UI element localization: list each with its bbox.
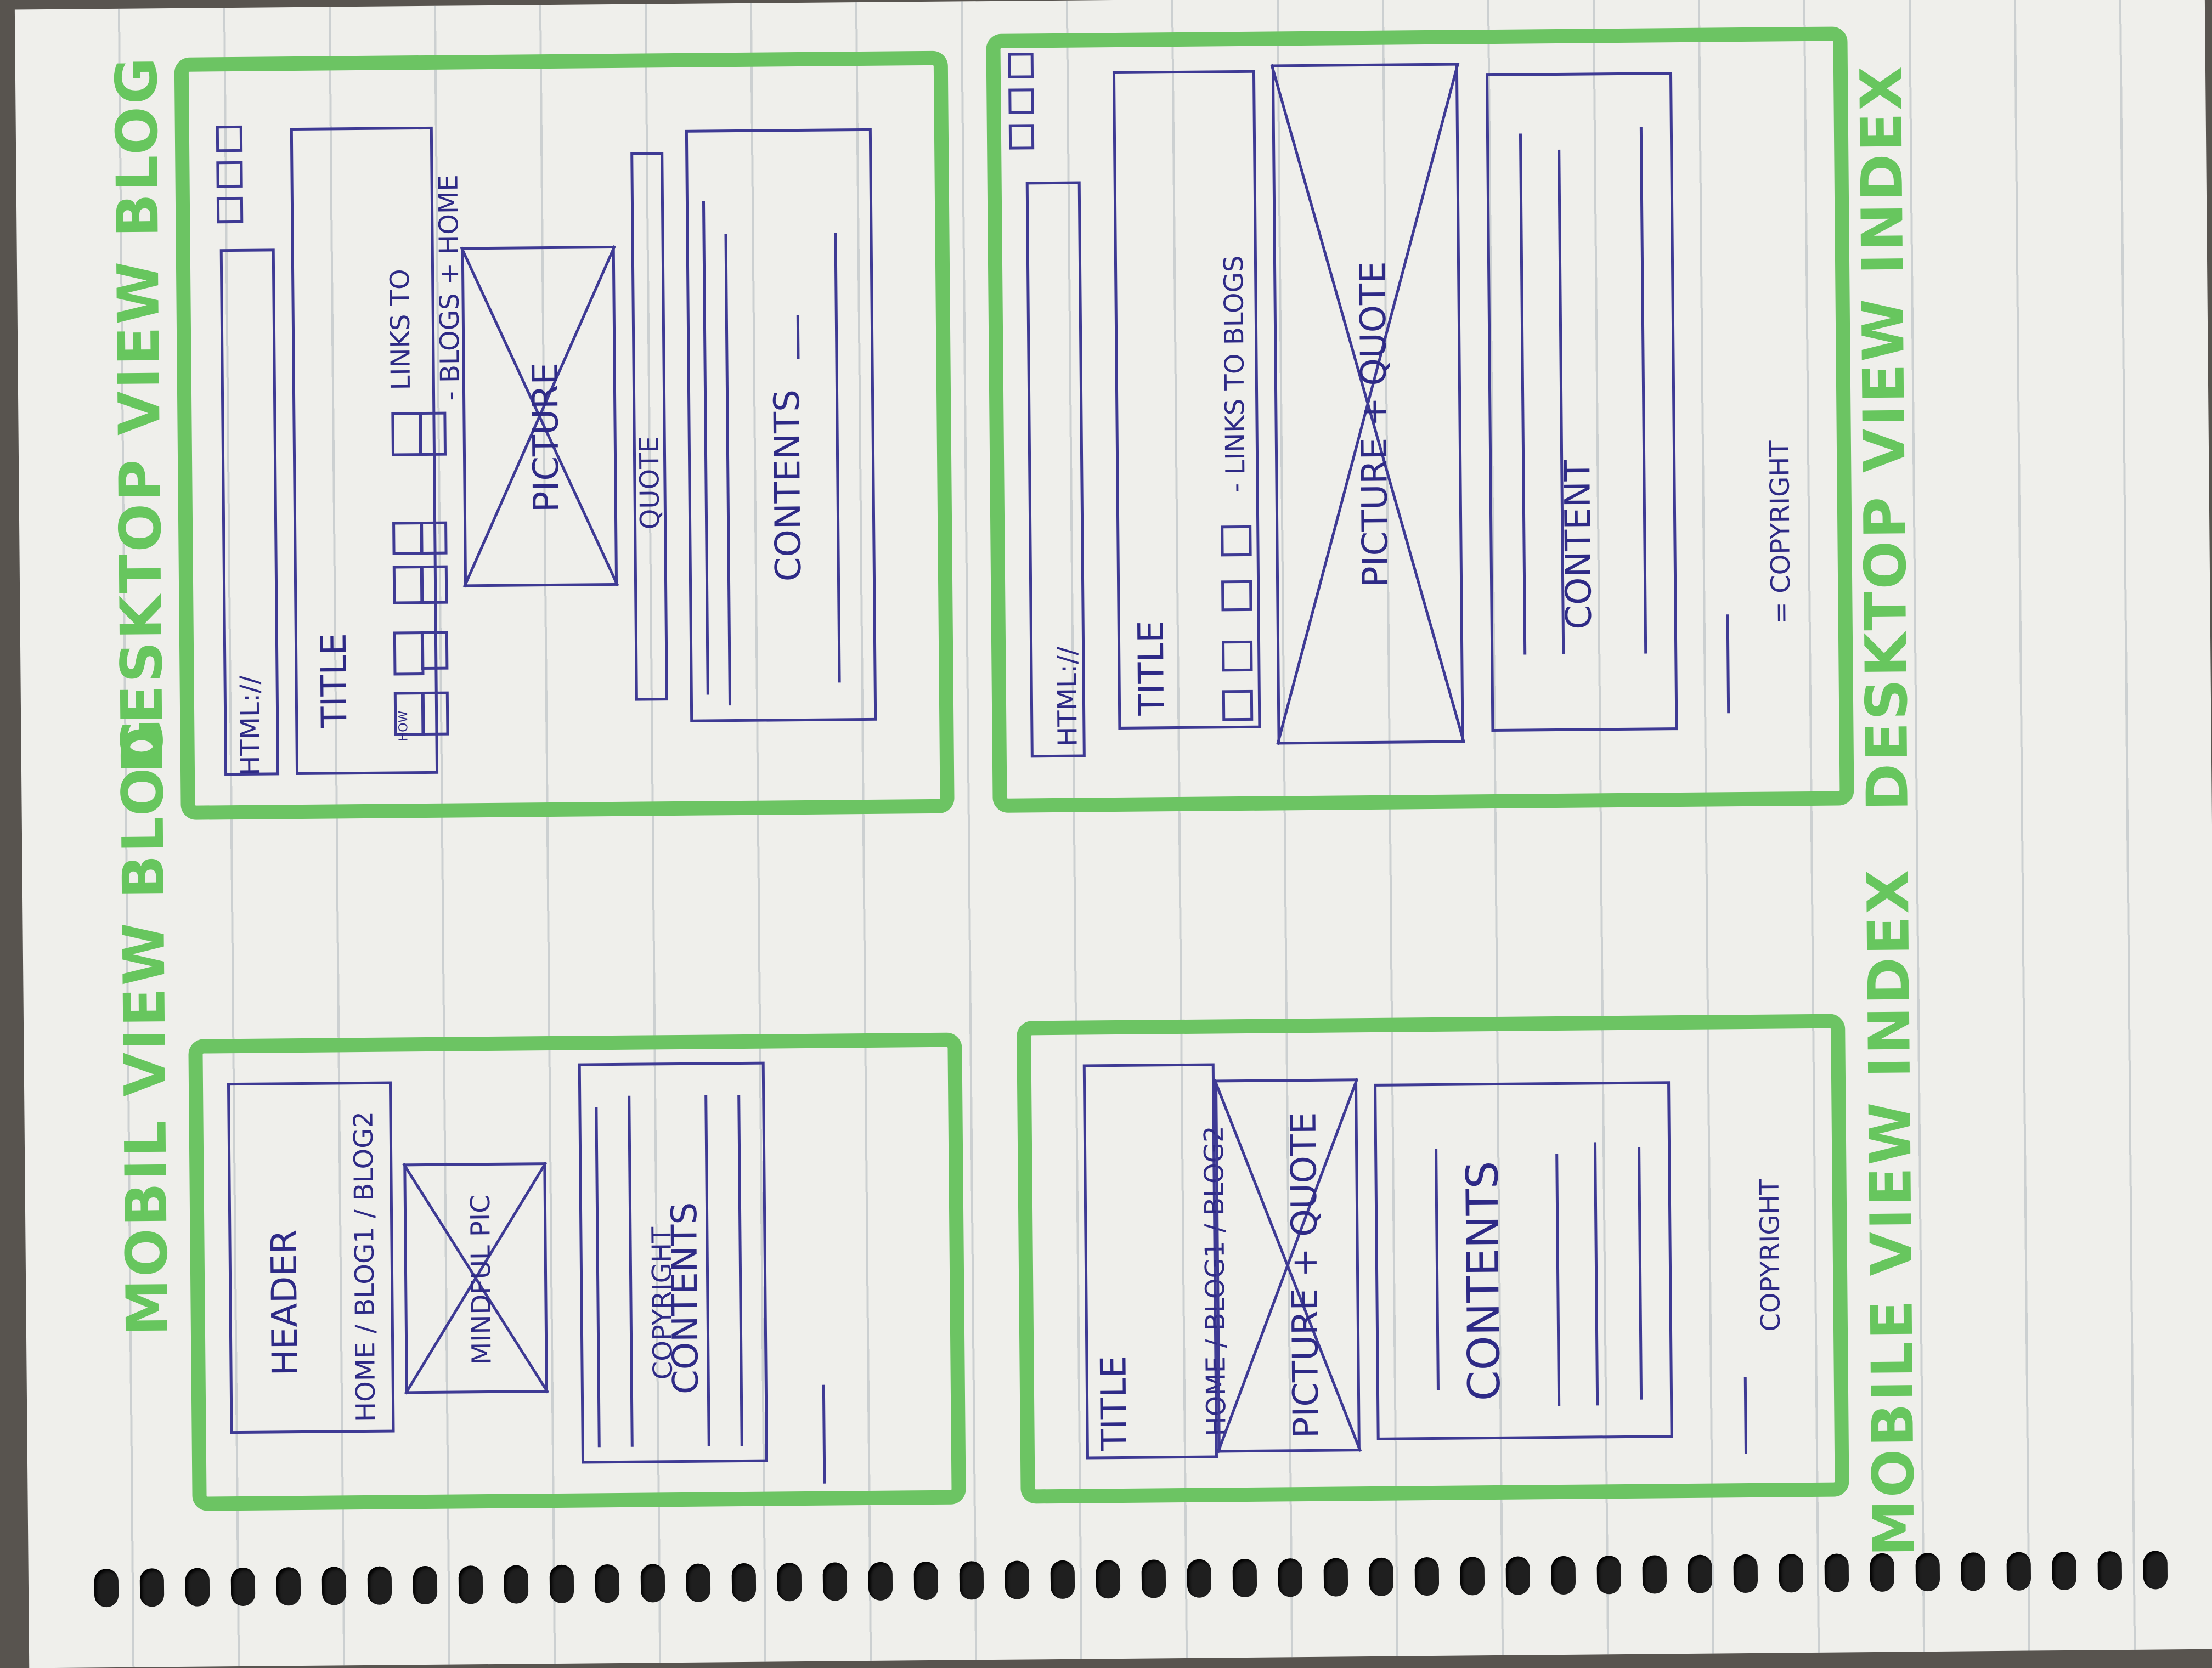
copyright-text: COPYRIGHT xyxy=(1754,1178,1787,1332)
title-text: TITLE xyxy=(313,632,356,728)
binding-hole xyxy=(367,1566,392,1605)
nav-tag-text: HOW xyxy=(397,710,411,742)
notebook-page: MOBIL VIEW BLOG DESKTOP VIEW BLOG MOBILE… xyxy=(14,0,2212,1668)
binding-hole xyxy=(640,1564,665,1603)
title-text: TITLE xyxy=(1131,620,1173,716)
binding-hole xyxy=(913,1561,939,1601)
contents-box xyxy=(1374,1081,1673,1440)
binding-hole xyxy=(2052,1551,2077,1591)
nav-box xyxy=(391,412,423,456)
nav-box xyxy=(1221,525,1252,557)
binding-hole xyxy=(276,1567,301,1606)
nav-box xyxy=(1222,689,1254,721)
binding-hole xyxy=(413,1565,438,1605)
binding-hole xyxy=(230,1567,256,1607)
copyright-text: COPYRIGHT xyxy=(646,1226,679,1380)
nav-box xyxy=(419,411,447,456)
label-desktop-view-index: DESKTOP VIEW INDEX xyxy=(1847,64,1921,811)
picture-text: PICTURE xyxy=(525,362,567,513)
quote-text: QUOTE xyxy=(634,436,666,530)
binding-hole xyxy=(549,1564,574,1604)
binding-hole xyxy=(321,1567,347,1605)
binding-hole xyxy=(595,1564,620,1603)
nav-box xyxy=(393,631,425,676)
window-button xyxy=(1008,53,1034,78)
nav-box xyxy=(392,566,424,604)
binding-hole xyxy=(959,1561,984,1600)
binding-hole xyxy=(1096,1560,1121,1599)
binding-hole xyxy=(94,1568,119,1608)
binding-hole xyxy=(686,1563,711,1602)
binding-hole xyxy=(2097,1551,2123,1590)
nav-box xyxy=(420,631,449,670)
binding-hole xyxy=(731,1563,757,1602)
contents-text: CONTENTS xyxy=(1457,1161,1510,1401)
binding-hole xyxy=(1915,1552,1940,1592)
binding-hole xyxy=(822,1562,848,1601)
binding-hole xyxy=(504,1565,529,1604)
binding-hole xyxy=(185,1568,210,1607)
picture-text: MINDFUL PIC xyxy=(465,1195,498,1365)
links-text: - LINKS TO BLOGS xyxy=(1218,255,1251,493)
label-mobile-view-blog: MOBIL VIEW BLOG xyxy=(109,716,181,1336)
binding-hole xyxy=(1824,1553,1849,1592)
binding-hole xyxy=(1596,1556,1622,1595)
window-button xyxy=(216,196,244,224)
copyright-text: = COPYRIGHT xyxy=(1764,440,1797,624)
binding-hole xyxy=(1551,1556,1576,1595)
content-box xyxy=(1486,72,1678,732)
binding-hole xyxy=(1005,1560,1030,1599)
nav-box xyxy=(420,565,448,604)
binding-hole xyxy=(458,1565,483,1604)
window-button xyxy=(216,125,243,152)
nav-box xyxy=(392,522,424,555)
window-button xyxy=(1008,124,1035,150)
contents-text: CONTENTS xyxy=(766,389,810,582)
window-button xyxy=(1008,88,1034,114)
binding-hole xyxy=(777,1563,802,1602)
binding-hole xyxy=(2143,1551,2168,1590)
binding-hole xyxy=(1505,1556,1531,1595)
picture-text: PICTURE + QUOTE xyxy=(1352,261,1397,588)
spiral-binding xyxy=(94,1551,2180,1618)
header-text: HEADER xyxy=(264,1229,306,1376)
url-text: HTML:// xyxy=(1052,646,1084,747)
binding-hole xyxy=(1414,1557,1440,1596)
binding-hole xyxy=(1369,1557,1394,1597)
binding-hole xyxy=(1779,1554,1804,1593)
binding-hole xyxy=(1460,1557,1485,1596)
binding-hole xyxy=(1323,1558,1348,1597)
binding-hole xyxy=(1141,1559,1166,1598)
nav-box xyxy=(420,521,448,555)
url-text: HTML:// xyxy=(234,675,267,776)
binding-hole xyxy=(868,1562,893,1601)
binding-hole xyxy=(1870,1553,1895,1592)
binding-hole xyxy=(1278,1558,1303,1597)
links-text: LINKS TO xyxy=(385,269,416,391)
binding-hole xyxy=(139,1568,165,1607)
title-text: TITLE xyxy=(1093,1355,1135,1451)
content-text: CONTENT xyxy=(1558,459,1600,630)
nav-box xyxy=(1222,640,1253,672)
binding-hole xyxy=(1961,1552,1986,1591)
binding-hole xyxy=(1050,1560,1075,1599)
nav-box xyxy=(1221,580,1252,612)
binding-hole xyxy=(1187,1559,1212,1598)
binding-hole xyxy=(1642,1555,1667,1594)
picture-text: PICTURE + QUOTE xyxy=(1283,1112,1327,1439)
label-mobile-view-index: MOBILE VIEW INDEX xyxy=(1854,867,1928,1557)
binding-hole xyxy=(1232,1558,1257,1598)
window-button xyxy=(216,161,243,188)
nav-text: HOME / BLOG1 / BLOG2 xyxy=(348,1111,382,1422)
binding-hole xyxy=(1688,1554,1713,1593)
nav-box xyxy=(421,691,449,736)
binding-hole xyxy=(1733,1554,1758,1593)
binding-hole xyxy=(2006,1552,2032,1591)
label-desktop-view-blog: DESKTOP VIEW BLOG xyxy=(103,55,177,774)
